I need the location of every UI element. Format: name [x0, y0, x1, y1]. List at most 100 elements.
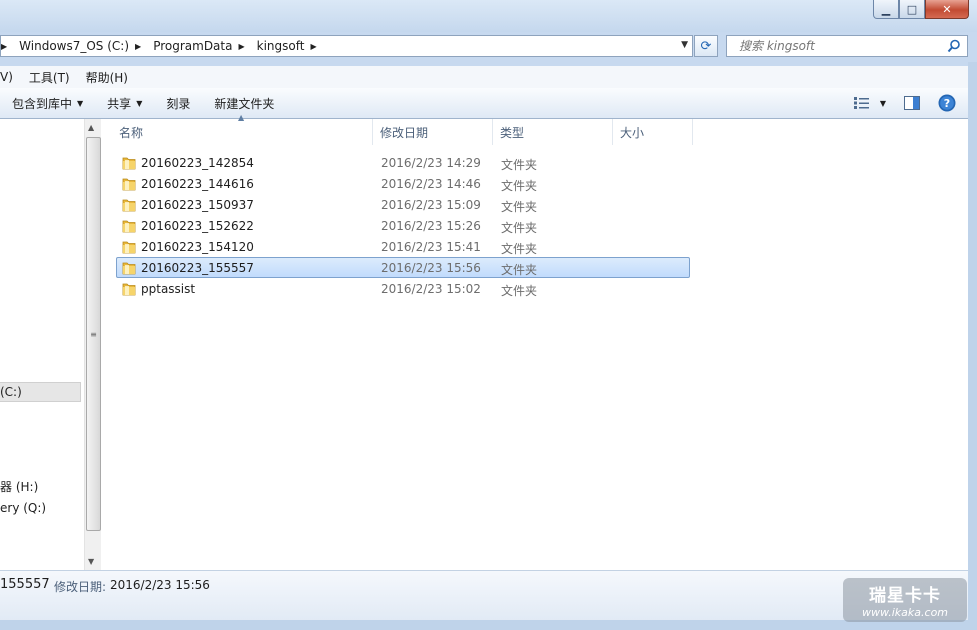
file-name: 20160223_150937: [141, 198, 254, 212]
chevron-right-icon[interactable]: ▶: [238, 42, 244, 51]
breadcrumb-item-programdata[interactable]: ProgramData ▶: [153, 39, 250, 53]
chevron-right-icon[interactable]: ▶: [135, 42, 141, 51]
burn-button[interactable]: 刻录: [166, 95, 190, 112]
search-input[interactable]: [737, 38, 941, 54]
title-bar: ▁ □ ✕: [0, 0, 977, 32]
menu-view[interactable]: V): [0, 70, 13, 84]
command-toolbar: 包含到库中 ▼ 共享 ▼ 刻录 新建文件夹 ▼ ?: [0, 88, 968, 119]
details-date-value: 2016/2/23 15:56: [110, 578, 210, 592]
address-row: ‹‹ ▶ Windows7_OS (C:) ▶ ProgramData ▶ ki…: [0, 32, 977, 62]
nav-item-drive-q[interactable]: ery (Q:): [0, 501, 46, 515]
share-button[interactable]: 共享 ▼: [107, 95, 142, 112]
search-icon[interactable]: [947, 39, 961, 53]
nav-item-drive-h[interactable]: 器 (H:): [0, 478, 38, 495]
file-name: 20160223_155557: [141, 261, 254, 275]
file-row[interactable]: 20160223_152622 2016/2/23 15:26 文件夹: [116, 215, 690, 236]
window-frame-right: [968, 62, 977, 630]
breadcrumb-label: kingsoft: [256, 39, 305, 53]
help-icon[interactable]: ?: [938, 94, 956, 112]
scroll-down-icon[interactable]: ▼: [88, 557, 94, 566]
folder-icon: [122, 199, 136, 212]
details-pane: 155557 修改日期: 2016/2/23 15:56: [0, 570, 968, 621]
maximize-button[interactable]: □: [899, 0, 925, 19]
column-header-name[interactable]: 名称: [112, 119, 373, 145]
watermark: 瑞星卡卡 www.ikaka.com: [843, 578, 967, 622]
file-row[interactable]: 20160223_150937 2016/2/23 15:09 文件夹: [116, 194, 690, 215]
watermark-logo: 瑞星卡卡: [869, 586, 941, 606]
column-header-label: 名称: [119, 126, 144, 140]
column-header-date[interactable]: 修改日期: [373, 119, 493, 145]
breadcrumb-item-drive[interactable]: Windows7_OS (C:) ▶: [19, 39, 147, 53]
new-folder-button[interactable]: 新建文件夹: [214, 95, 274, 112]
folder-icon: [122, 283, 136, 296]
details-item-name: 155557: [0, 577, 50, 592]
column-header-type[interactable]: 类型: [493, 119, 613, 145]
address-bar[interactable]: ‹‹ ▶ Windows7_OS (C:) ▶ ProgramData ▶ ki…: [0, 35, 693, 57]
file-name: 20160223_142854: [141, 156, 254, 170]
file-date: 2016/2/23 14:46: [381, 177, 481, 191]
file-row[interactable]: 20160223_142854 2016/2/23 14:29 文件夹: [116, 152, 690, 173]
nav-item-label: 器 (H:): [0, 480, 39, 494]
file-type: 文件夹: [501, 242, 538, 256]
file-date: 2016/2/23 15:09: [381, 198, 481, 212]
search-box[interactable]: [726, 35, 968, 57]
folder-icon: [122, 262, 136, 275]
menu-bar: V) 工具(T) 帮助(H): [0, 66, 968, 88]
file-type: 文件夹: [501, 179, 538, 193]
breadcrumb-overflow[interactable]: ‹‹ ▶: [1, 42, 13, 51]
file-name: 20160223_154120: [141, 240, 254, 254]
column-header-label: 修改日期: [380, 126, 429, 140]
navigation-scrollbar[interactable]: ▲ ≡ ▼: [84, 119, 102, 570]
file-name: 20160223_144616: [141, 177, 254, 191]
navigation-pane: (C:) 器 (H:) ery (Q:): [0, 119, 84, 570]
menu-tools[interactable]: 工具(T): [29, 69, 70, 86]
folder-icon: [122, 241, 136, 254]
column-headers: ▲ 名称 修改日期 类型 大小: [101, 113, 968, 145]
file-date: 2016/2/23 15:41: [381, 240, 481, 254]
chevron-right-icon[interactable]: ▶: [1, 42, 7, 51]
file-name: 20160223_152622: [141, 219, 254, 233]
folder-icon: [122, 220, 136, 233]
scrollbar-thumb[interactable]: ≡: [86, 137, 101, 531]
refresh-button[interactable]: ⟳: [694, 35, 718, 57]
menu-help[interactable]: 帮助(H): [86, 69, 128, 86]
svg-text:?: ?: [944, 97, 950, 110]
file-type: 文件夹: [501, 200, 538, 214]
file-row[interactable]: 20160223_154120 2016/2/23 15:41 文件夹: [116, 236, 690, 257]
burn-label: 刻录: [166, 96, 191, 111]
address-dropdown-icon[interactable]: ▼: [681, 40, 688, 50]
file-type: 文件夹: [501, 221, 538, 235]
include-in-library-button[interactable]: 包含到库中 ▼: [12, 95, 83, 112]
file-row[interactable]: 20160223_155557 2016/2/23 15:56 文件夹: [116, 257, 690, 278]
file-date: 2016/2/23 14:29: [381, 156, 481, 170]
file-row[interactable]: 20160223_144616 2016/2/23 14:46 文件夹: [116, 173, 690, 194]
nav-item-label: (C:): [0, 385, 22, 399]
file-type: 文件夹: [501, 284, 538, 298]
watermark-url: www.ikaka.com: [861, 606, 949, 619]
column-header-size[interactable]: 大小: [613, 119, 693, 145]
minimize-button[interactable]: ▁: [873, 0, 899, 19]
breadcrumb-item-kingsoft[interactable]: kingsoft ▶: [257, 39, 323, 53]
refresh-icon: ⟳: [700, 38, 712, 54]
nav-item-drive-c[interactable]: (C:): [0, 382, 81, 402]
breadcrumb-label: ProgramData: [153, 39, 233, 53]
column-header-label: 大小: [620, 126, 645, 140]
chevron-right-icon[interactable]: ▶: [310, 42, 316, 51]
close-button[interactable]: ✕: [925, 0, 969, 19]
new-folder-label: 新建文件夹: [214, 96, 275, 111]
window-controls: ▁ □ ✕: [873, 0, 969, 19]
details-date-label: 修改日期:: [54, 580, 107, 594]
caret-down-icon: ▼: [77, 98, 84, 108]
preview-pane-icon[interactable]: [904, 96, 920, 110]
include-in-library-label: 包含到库中: [12, 96, 73, 111]
file-date: 2016/2/23 15:02: [381, 282, 481, 296]
file-date: 2016/2/23 15:26: [381, 219, 481, 233]
column-header-label: 类型: [500, 126, 525, 140]
grip-icon: ≡: [90, 329, 97, 339]
view-options-button[interactable]: ▼: [853, 97, 886, 109]
folder-icon: [122, 178, 136, 191]
file-type: 文件夹: [501, 158, 538, 172]
file-list-pane: ▲ 名称 修改日期 类型 大小 20160223_142854 2016/2/23…: [101, 113, 968, 570]
file-row[interactable]: pptassist 2016/2/23 15:02 文件夹: [116, 278, 690, 299]
scroll-up-icon[interactable]: ▲: [88, 123, 94, 132]
